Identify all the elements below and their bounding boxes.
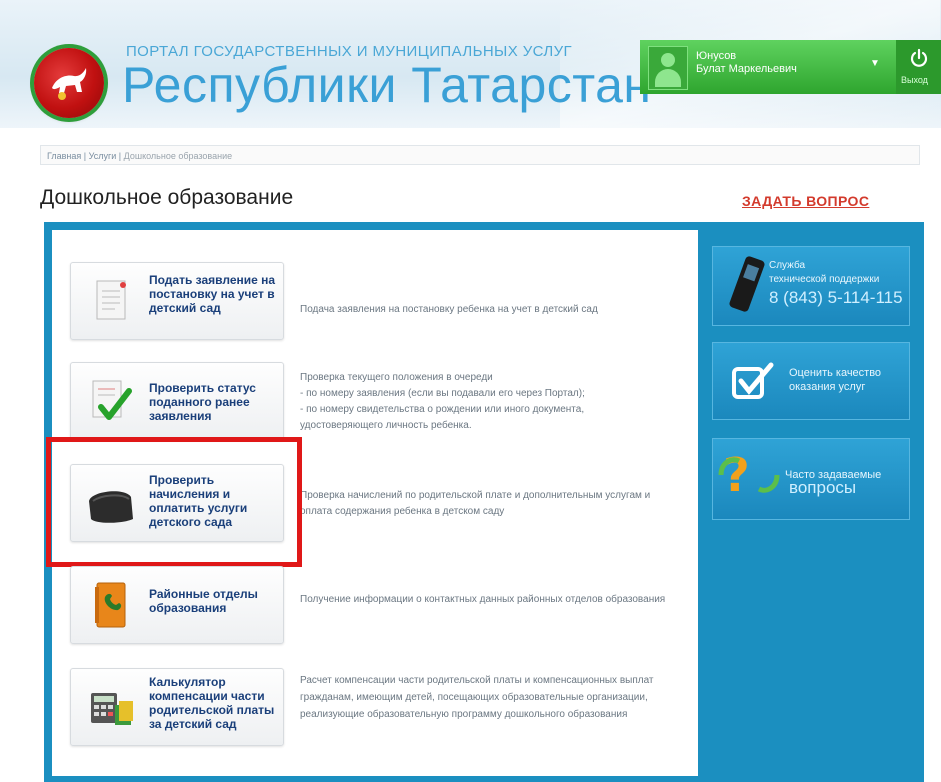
user-panel[interactable]: Юнусов Булат Маркельевич ▼ Выход [640,40,941,94]
breadcrumb: Главная | Услуги | Дошкольное образовани… [40,145,920,165]
user-first-name: Булат Маркельевич [696,63,797,75]
tatarstan-emblem-logo[interactable] [34,48,104,118]
service-label: Калькулятор компенсации части родительск… [149,675,275,731]
calculator-icon [91,693,133,725]
service-description: Получение информации о контактных данных… [300,594,666,605]
portal-header: ПОРТАЛ ГОСУДАРСТВЕННЫХ И МУНИЦИПАЛЬНЫХ У… [0,0,941,128]
service-description: Расчет компенсации части родительской пл… [300,675,654,720]
chevron-down-icon[interactable]: ▼ [870,58,880,69]
rate-line2: оказания услуг [789,381,866,393]
support-line2: технической поддержки [769,274,880,285]
service-label: Проверить статус поданного ранее заявлен… [149,381,256,423]
rate-quality-banner[interactable]: Оценить качество оказания услуг [712,342,910,420]
faq-line2: вопросы [789,478,857,497]
question-mark-icon: ? [718,448,780,502]
description-line: - по номеру заявления (если вы подавали … [300,388,585,399]
tech-support-banner[interactable]: Служба технической поддержки 8 (843) 5-1… [712,246,910,326]
check-status-button[interactable]: Проверить статус поданного ранее заявлен… [70,362,284,440]
breadcrumb-home[interactable]: Главная [47,151,81,161]
description-line: удостоверяющего личность ребенка. [300,420,472,431]
logout-label: Выход [901,75,928,85]
snow-leopard-icon [52,68,87,100]
phone-handset-icon [729,256,765,312]
support-phone: 8 (843) 5-114-115 [769,288,903,307]
logout-button[interactable]: Выход [896,40,941,94]
apply-enrollment-button[interactable]: Подать заявление на постановку на учет в… [70,262,284,340]
service-label: Подать заявление на постановку на учет в… [149,273,276,315]
breadcrumb-separator: | [81,151,89,161]
service-label: Районные отделы образования [149,587,258,615]
avatar[interactable] [648,46,688,90]
page-title: Дошкольное образование [40,186,294,209]
user-last-name: Юнусов [696,50,737,62]
document-icon [96,280,126,320]
user-name[interactable]: Юнусов Булат Маркельевич [696,50,797,76]
rate-line1: Оценить качество [789,367,882,379]
faq-banner[interactable]: ? Часто задаваемые вопросы [712,438,910,520]
breadcrumb-separator: | [116,151,124,161]
district-departments-button[interactable]: Районные отделы образования [70,566,284,644]
compensation-calculator-button[interactable]: Калькулятор компенсации части родительск… [70,668,284,746]
portal-title[interactable]: Республики Татарстан [122,56,652,114]
ask-question-link[interactable]: ЗАДАТЬ ВОПРОС [742,193,869,209]
description-line: - по номеру свидетельства о рождении или… [300,404,585,415]
phone-book-icon [95,582,126,628]
service-description: Проверка начислений по родительской плат… [300,490,651,517]
checkbox-icon [732,362,774,399]
power-icon [910,48,928,67]
description-line: Проверка текущего положения в очереди [300,372,493,383]
highlight-box [46,437,302,567]
breadcrumb-services[interactable]: Услуги [89,151,117,161]
support-line1: Служба [769,260,806,271]
service-description: Проверка текущего положения в очереди - … [300,370,670,434]
checkmark-document-icon [92,380,132,420]
svg-text:?: ? [723,448,750,502]
service-description: Подача заявления на постановку ребенка н… [300,304,598,315]
breadcrumb-current: Дошкольное образование [123,151,233,161]
